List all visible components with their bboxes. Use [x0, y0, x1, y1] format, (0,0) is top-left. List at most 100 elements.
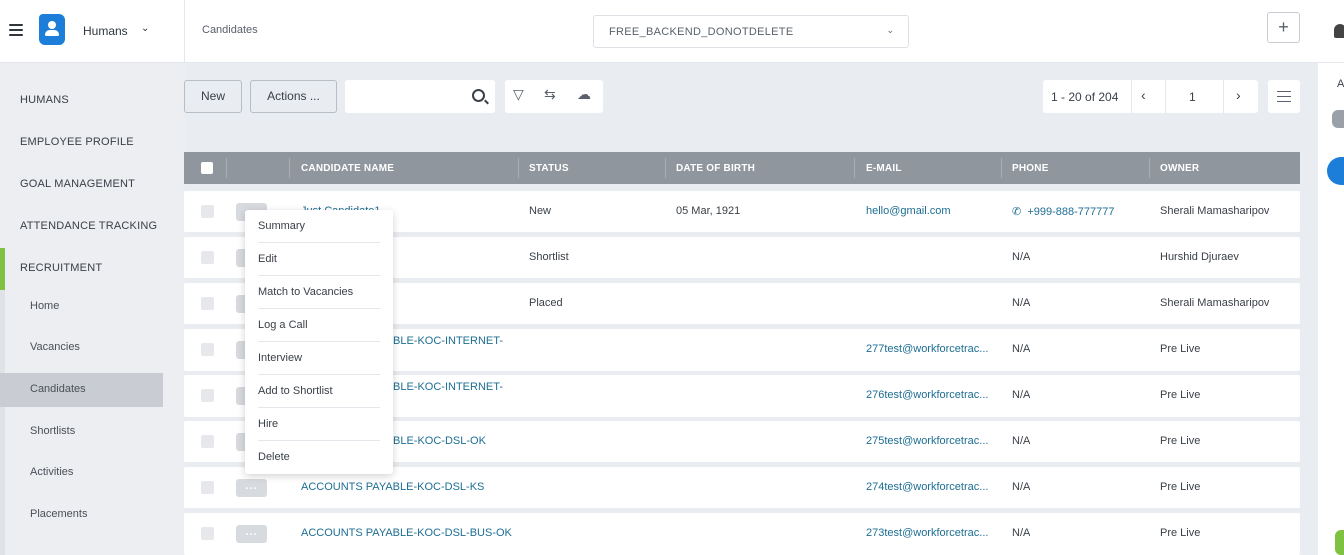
select-all-checkbox[interactable] — [201, 162, 213, 174]
row-checkbox[interactable] — [201, 205, 214, 218]
row-actions-menu: Summary Edit Match to Vacancies Log a Ca… — [245, 210, 393, 474]
actions-button[interactable]: Actions ... — [250, 80, 337, 113]
column-header-phone[interactable]: PHONE — [1012, 163, 1049, 174]
email-link[interactable]: hello@gmail.com — [866, 205, 998, 217]
table-row[interactable]: ... ACCOUNTS PAYABLE-KOC-DSL-BUS-OK 273t… — [184, 513, 1300, 555]
owner-cell: Sherali Mamasharipov — [1160, 297, 1270, 309]
divider — [1149, 158, 1150, 178]
divider — [289, 158, 290, 178]
row-actions-button[interactable]: ... — [236, 479, 267, 497]
row-checkbox[interactable] — [201, 481, 214, 494]
right-panel — [1318, 63, 1344, 555]
row-checkbox[interactable] — [201, 527, 214, 540]
candidate-name-link[interactable]: BLE-KOC-DSL-OK — [393, 435, 486, 447]
right-panel-label: A — [1337, 78, 1344, 90]
divider — [854, 158, 855, 178]
column-header-status[interactable]: STATUS — [529, 163, 569, 174]
candidate-name-link[interactable]: BLE-KOC-INTERNET- — [393, 381, 503, 393]
download-icon[interactable]: ☁ — [577, 86, 591, 103]
column-header-owner[interactable]: OWNER — [1160, 163, 1199, 174]
search-icon[interactable] — [472, 89, 485, 102]
filter-icon[interactable]: ▽ — [513, 86, 524, 103]
owner-cell: Pre Live — [1160, 435, 1201, 447]
list-tools: ▽ ⇆ ☁ — [505, 80, 603, 113]
submenu-rail — [0, 290, 5, 555]
tenant-select-value: FREE_BACKEND_DONOTDELETE — [609, 26, 794, 38]
add-button[interactable]: + — [1267, 12, 1300, 43]
divider — [258, 440, 380, 441]
row-checkbox[interactable] — [201, 389, 214, 402]
column-header-email[interactable]: E-MAIL — [866, 163, 902, 174]
sidebar-section-attendance-tracking[interactable]: ATTENDANCE TRACKING — [20, 220, 157, 232]
status-cell: Shortlist — [529, 251, 569, 263]
bell-icon[interactable] — [1334, 24, 1344, 38]
dob-cell: 05 Mar, 1921 — [676, 205, 741, 217]
divider — [258, 242, 380, 243]
phone-cell: N/A — [1012, 251, 1031, 263]
candidate-name-link[interactable]: BLE-KOC-INTERNET- — [393, 335, 503, 347]
sidebar-item-placements[interactable]: Placements — [30, 508, 87, 520]
candidate-name-link[interactable]: ACCOUNTS PAYABLE-KOC-DSL-BUS-OK — [301, 527, 512, 539]
sidebar-item-home[interactable]: Home — [30, 300, 59, 312]
menu-item-match-to-vacancies[interactable]: Match to Vacancies — [258, 286, 353, 298]
phone-cell: N/A — [1012, 435, 1031, 447]
chat-icon[interactable] — [1335, 530, 1344, 555]
phone-link[interactable]: +999-888-777777 — [1027, 206, 1114, 218]
brand-area: Humans ⌄ — [0, 0, 185, 63]
menu-item-log-a-call[interactable]: Log a Call — [258, 319, 308, 331]
page-number-input[interactable]: 1 — [1189, 90, 1196, 104]
email-link[interactable]: 277test@workforcetrac... — [866, 343, 998, 355]
menu-item-hire[interactable]: Hire — [258, 418, 278, 430]
row-checkbox[interactable] — [201, 343, 214, 356]
new-button[interactable]: New — [184, 80, 242, 113]
menu-icon[interactable] — [9, 24, 23, 36]
divider — [258, 308, 380, 309]
phone-cell[interactable]: ✆ +999-888-777777 — [1012, 205, 1115, 218]
table-header: CANDIDATE NAME STATUS DATE OF BIRTH E-MA… — [184, 152, 1300, 184]
chevron-left-icon[interactable]: ‹ — [1141, 87, 1146, 103]
tenant-select[interactable]: FREE_BACKEND_DONOTDELETE ⌄ — [593, 15, 909, 48]
sidebar-item-candidates[interactable]: Candidates — [30, 383, 86, 395]
menu-item-interview[interactable]: Interview — [258, 352, 302, 364]
chevron-right-icon[interactable]: › — [1236, 87, 1241, 103]
row-actions-button[interactable]: ... — [236, 525, 267, 543]
sidebar-item-vacancies[interactable]: Vacancies — [30, 341, 80, 353]
menu-item-summary[interactable]: Summary — [258, 220, 305, 232]
sidebar-item-activities[interactable]: Activities — [30, 466, 73, 478]
divider — [1001, 158, 1002, 178]
phone-icon: ✆ — [1012, 206, 1022, 218]
phone-cell: N/A — [1012, 343, 1031, 355]
sidebar-item-shortlists[interactable]: Shortlists — [30, 425, 75, 437]
menu-item-add-to-shortlist[interactable]: Add to Shortlist — [258, 385, 333, 397]
gear-icon[interactable] — [1332, 110, 1344, 128]
owner-cell: Pre Live — [1160, 389, 1201, 401]
owner-cell: Pre Live — [1160, 343, 1201, 355]
email-link[interactable]: 273test@workforcetrac... — [866, 527, 998, 539]
email-link[interactable]: 275test@workforcetrac... — [866, 435, 998, 447]
email-link[interactable]: 276test@workforcetrac... — [866, 389, 998, 401]
column-header-candidate-name[interactable]: CANDIDATE NAME — [301, 163, 394, 174]
phone-cell: N/A — [1012, 527, 1031, 539]
email-link[interactable]: 274test@workforcetrac... — [866, 481, 998, 493]
divider — [258, 275, 380, 276]
row-checkbox[interactable] — [201, 251, 214, 264]
column-header-date-of-birth[interactable]: DATE OF BIRTH — [676, 163, 755, 174]
divider — [258, 341, 380, 342]
sidebar-section-goal-management[interactable]: GOAL MANAGEMENT — [20, 178, 135, 190]
app-switcher-label[interactable]: Humans — [83, 24, 128, 38]
menu-item-delete[interactable]: Delete — [258, 451, 290, 463]
sidebar-section-employee-profile[interactable]: EMPLOYEE PROFILE — [20, 136, 134, 148]
active-section-indicator — [0, 248, 5, 290]
owner-cell: Sherali Mamasharipov — [1160, 205, 1270, 217]
candidate-name-link[interactable]: ACCOUNTS PAYABLE-KOC-DSL-KS — [301, 481, 484, 493]
chevron-down-icon[interactable]: ⌄ — [141, 23, 149, 34]
menu-item-edit[interactable]: Edit — [258, 253, 277, 265]
row-checkbox[interactable] — [201, 435, 214, 448]
column-settings-button[interactable] — [1268, 80, 1300, 113]
row-checkbox[interactable] — [201, 297, 214, 310]
sidebar-section-humans[interactable]: HUMANS — [20, 94, 69, 106]
sidebar-section-recruitment[interactable]: RECRUITMENT — [20, 262, 102, 274]
app-logo-icon — [39, 14, 65, 45]
sync-icon[interactable]: ⇆ — [544, 86, 556, 103]
search-input[interactable] — [345, 80, 495, 113]
